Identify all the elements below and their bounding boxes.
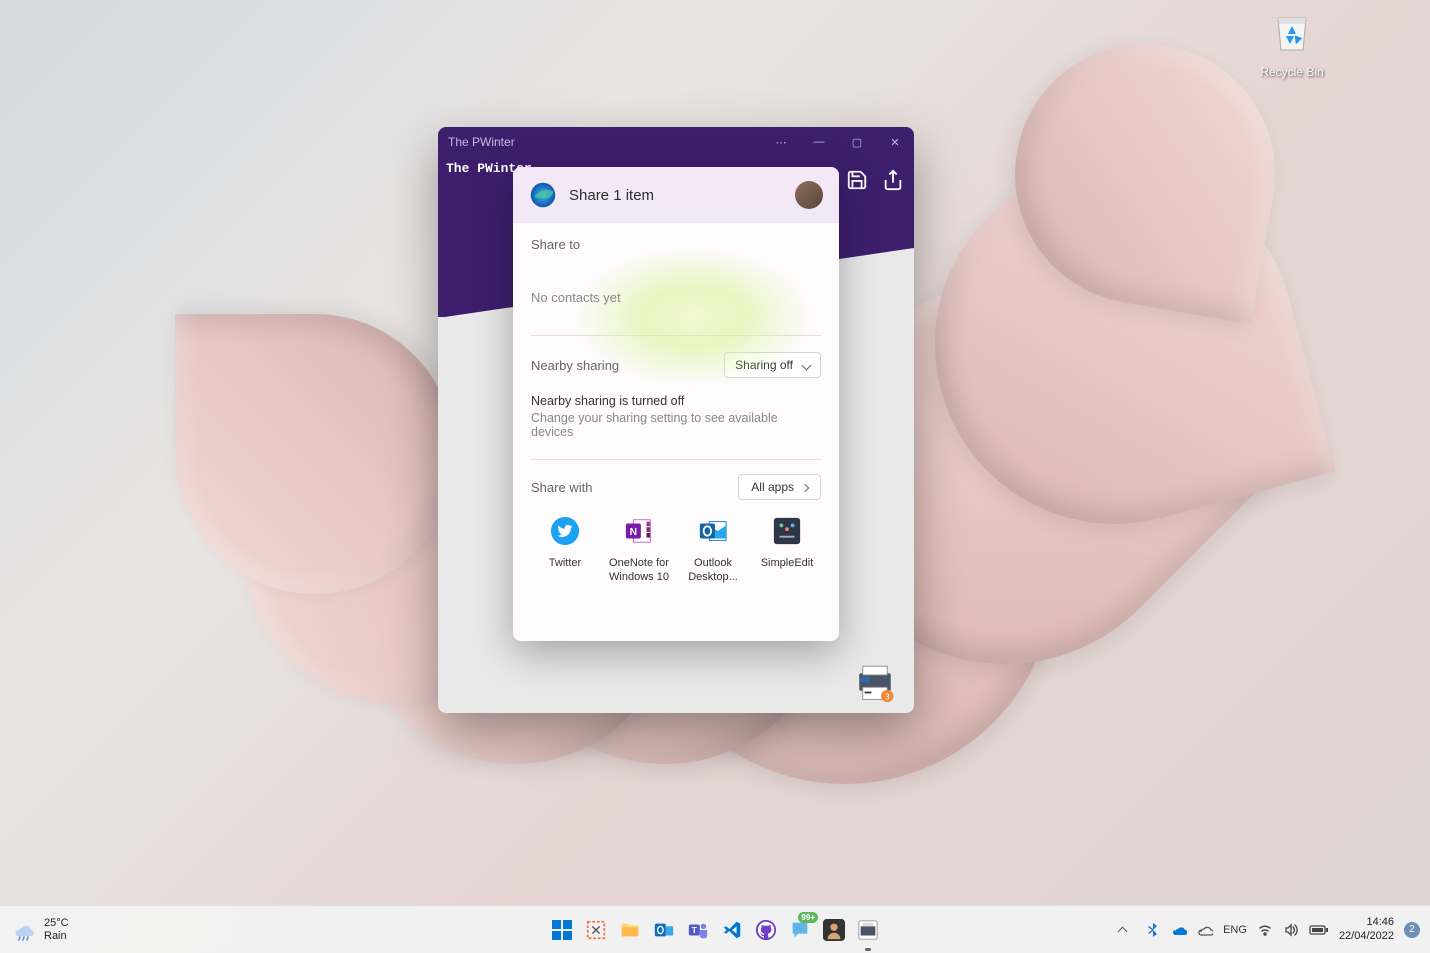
app-window: The PWinter ⋯ ― ▢ ✕ The PWinter 3 Shar [438, 127, 914, 713]
weather-temp: 25°C [44, 917, 69, 930]
cloud-icon[interactable] [1197, 922, 1213, 938]
taskbar-app-pwinter[interactable] [854, 916, 882, 944]
dropdown-value: Sharing off [735, 358, 793, 372]
nearby-sharing-dropdown[interactable]: Sharing off [724, 352, 821, 378]
svg-text:3: 3 [885, 693, 890, 702]
close-button[interactable]: ✕ [876, 127, 914, 157]
pwinter-icon [857, 919, 879, 941]
edge-icon [529, 181, 557, 209]
snip-icon [585, 919, 607, 941]
chevron-right-icon [802, 480, 808, 494]
taskbar-vscode[interactable] [718, 916, 746, 944]
bluetooth-icon[interactable] [1145, 922, 1161, 938]
language-indicator[interactable]: ENG [1223, 924, 1247, 936]
share-icon[interactable] [882, 169, 904, 191]
share-app-simpleedit[interactable]: SimpleEdit [753, 512, 821, 589]
user-avatar[interactable] [795, 181, 823, 209]
clock-date: 22/04/2022 [1339, 930, 1394, 943]
wifi-icon[interactable] [1257, 922, 1273, 938]
onedrive-icon[interactable] [1171, 922, 1187, 938]
svg-text:N: N [630, 527, 637, 538]
battery-icon[interactable] [1309, 922, 1329, 938]
nearby-off-message: Nearby sharing is turned off [531, 394, 821, 408]
chevron-down-icon [803, 358, 810, 372]
svg-text:T: T [692, 925, 697, 934]
save-icon[interactable] [846, 169, 868, 191]
taskbar: 25°C Rain T 99+ ENG 14:46 22/04/2022 2 [0, 905, 1430, 953]
divider [531, 459, 821, 460]
folder-icon [619, 919, 641, 941]
divider [531, 335, 821, 336]
app-label: Twitter [531, 557, 599, 571]
taskbar-app-messages[interactable]: 99+ [786, 916, 814, 944]
teams-icon: T [687, 919, 709, 941]
share-app-outlook[interactable]: Outlook Desktop... [679, 512, 747, 589]
weather-widget[interactable]: 25°C Rain [0, 917, 69, 942]
user-app-icon [823, 919, 845, 941]
share-panel-header: Share 1 item [513, 167, 839, 223]
weather-condition: Rain [44, 930, 69, 943]
windows-icon [550, 918, 574, 942]
share-with-label: Share with [531, 480, 592, 495]
window-titlebar[interactable]: The PWinter ⋯ ― ▢ ✕ [438, 127, 914, 157]
outlook-icon [698, 516, 728, 546]
window-title: The PWinter [448, 135, 515, 149]
outlook-icon [653, 919, 675, 941]
nearby-off-subtext: Change your sharing setting to see avail… [531, 411, 821, 439]
recycle-bin-label: Recycle Bin [1254, 65, 1330, 79]
app-label: SimpleEdit [753, 557, 821, 571]
app-label: Outlook Desktop... [679, 557, 747, 585]
recycle-bin-icon [1268, 8, 1316, 56]
taskbar-app-user[interactable] [820, 916, 848, 944]
taskbar-teams[interactable]: T [684, 916, 712, 944]
notification-badge[interactable]: 2 [1404, 922, 1420, 938]
taskbar-clock[interactable]: 14:46 22/04/2022 [1339, 916, 1394, 942]
more-button[interactable]: ⋯ [762, 127, 800, 157]
github-icon [755, 919, 777, 941]
printer-logo-icon: 3 [854, 661, 896, 703]
app-label: OneNote for Windows 10 [605, 557, 673, 585]
share-panel-title: Share 1 item [569, 187, 783, 204]
share-to-label: Share to [531, 237, 821, 252]
all-apps-button[interactable]: All apps [738, 474, 821, 500]
weather-icon [12, 918, 36, 942]
taskbar-outlook[interactable] [650, 916, 678, 944]
all-apps-label: All apps [751, 480, 794, 494]
volume-icon[interactable] [1283, 922, 1299, 938]
no-contacts-text: No contacts yet [531, 290, 821, 305]
share-panel: Share 1 item Share to No contacts yet Ne… [513, 167, 839, 641]
badge-99: 99+ [798, 912, 818, 923]
minimize-button[interactable]: ― [800, 127, 838, 157]
maximize-button[interactable]: ▢ [838, 127, 876, 157]
start-button[interactable] [548, 916, 576, 944]
taskbar-snipping-tool[interactable] [582, 916, 610, 944]
nearby-sharing-label: Nearby sharing [531, 358, 619, 373]
vscode-icon [721, 919, 743, 941]
tray-overflow-button[interactable] [1119, 922, 1135, 938]
clock-time: 14:46 [1339, 916, 1394, 929]
twitter-icon [550, 516, 580, 546]
share-app-twitter[interactable]: Twitter [531, 512, 599, 589]
share-app-onenote[interactable]: N OneNote for Windows 10 [605, 512, 673, 589]
simpleedit-icon [772, 516, 802, 546]
taskbar-file-explorer[interactable] [616, 916, 644, 944]
onenote-icon: N [624, 516, 654, 546]
taskbar-github[interactable] [752, 916, 780, 944]
recycle-bin-desktop-icon[interactable]: Recycle Bin [1254, 8, 1330, 79]
